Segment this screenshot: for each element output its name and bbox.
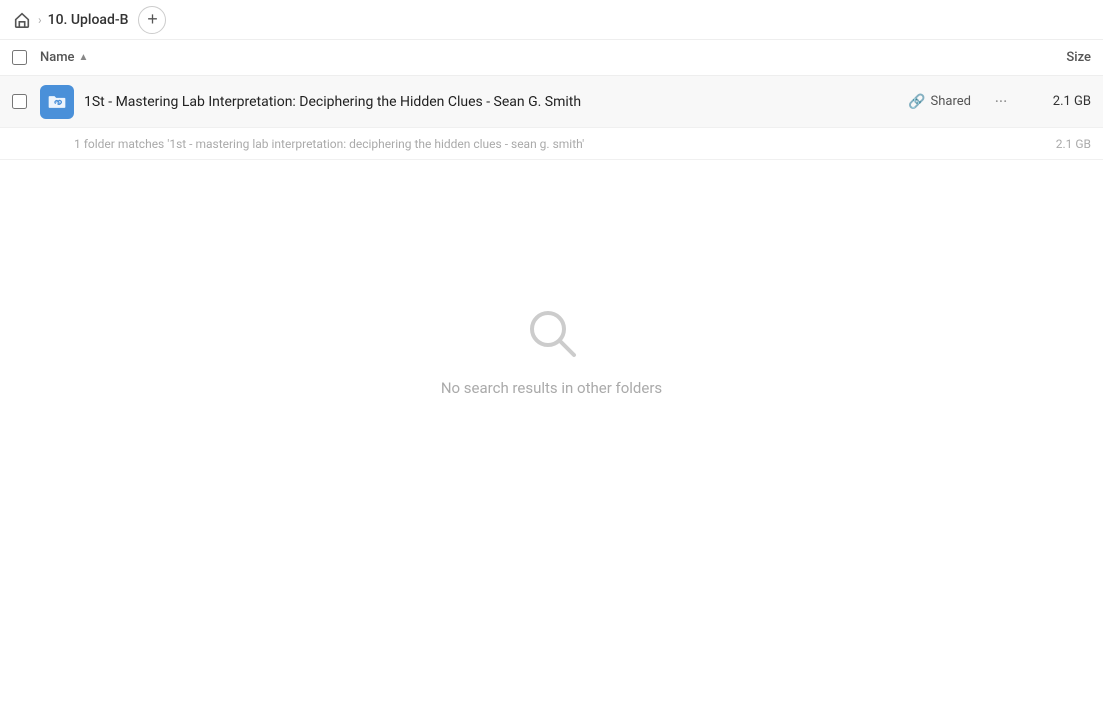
name-column-header[interactable]: Name ▲ <box>40 50 1011 65</box>
link-icon: 🔗 <box>908 94 925 110</box>
more-options-button[interactable]: ··· <box>987 88 1015 116</box>
breadcrumb-current[interactable]: 10. Upload-B <box>48 12 129 28</box>
select-all-input[interactable] <box>12 50 27 65</box>
shared-label: Shared <box>931 94 971 109</box>
name-column-label: Name <box>40 50 75 65</box>
row-select-input[interactable] <box>12 94 27 109</box>
no-results-message: No search results in other folders <box>441 379 662 397</box>
breadcrumb-separator: › <box>38 13 42 27</box>
size-column-label: Size <box>1066 50 1091 65</box>
match-note-text: 1 folder matches '1st - mastering lab in… <box>74 137 1031 151</box>
sort-arrow-icon: ▲ <box>79 52 89 63</box>
no-results-search-icon <box>522 303 582 363</box>
file-folder-icon <box>40 85 74 119</box>
file-row[interactable]: 1St - Mastering Lab Interpretation: Deci… <box>0 76 1103 128</box>
column-headers: Name ▲ Size <box>0 40 1103 76</box>
breadcrumb-bar: › 10. Upload-B + <box>0 0 1103 40</box>
more-options-icon: ··· <box>995 92 1008 111</box>
select-all-checkbox[interactable] <box>12 50 40 65</box>
match-note-row: 1 folder matches '1st - mastering lab in… <box>0 128 1103 160</box>
empty-state: No search results in other folders <box>0 160 1103 540</box>
match-note-size: 2.1 GB <box>1031 137 1091 151</box>
file-size: 2.1 GB <box>1031 94 1091 109</box>
home-button[interactable] <box>12 10 32 30</box>
shared-badge: 🔗 Shared <box>908 94 971 110</box>
row-checkbox[interactable] <box>12 94 40 109</box>
size-column-header: Size <box>1011 50 1091 65</box>
add-button[interactable]: + <box>138 6 166 34</box>
file-name-label: 1St - Mastering Lab Interpretation: Deci… <box>84 94 908 110</box>
